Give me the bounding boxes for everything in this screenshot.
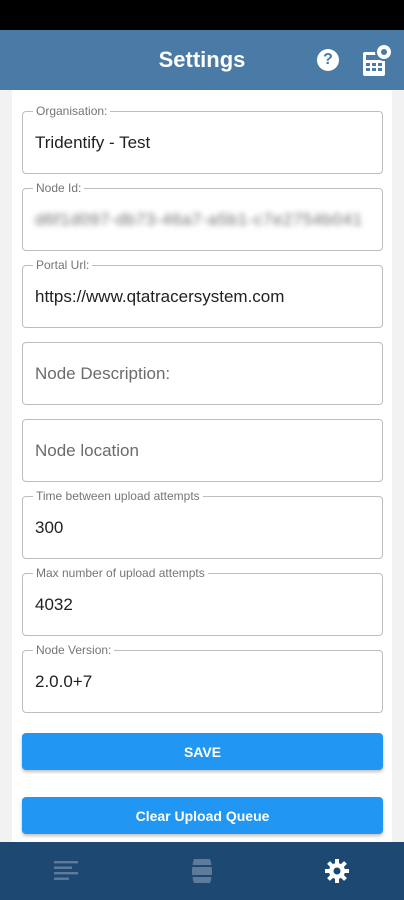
organisation-value: Tridentify - Test xyxy=(35,133,151,152)
node-id-label: Node Id: xyxy=(33,181,85,195)
portal-url-label: Portal Url: xyxy=(33,258,93,272)
page-title: Settings xyxy=(158,47,246,72)
max-upload-attempts-label: Max number of upload attempts xyxy=(33,566,208,580)
help-icon[interactable]: ? xyxy=(317,49,339,71)
node-id-value: d6f1d097-db73-46a7-a5b1-c7e2754b041 xyxy=(35,210,363,229)
list-lines-icon xyxy=(54,861,78,880)
node-version-value: 2.0.0+7 xyxy=(35,672,93,691)
save-button[interactable]: SAVE xyxy=(22,733,383,770)
max-upload-attempts-value: 4032 xyxy=(35,595,73,614)
barrel-icon xyxy=(192,859,212,883)
nav-item-barrel[interactable] xyxy=(135,842,269,900)
settings-content: Organisation: Tridentify - Test Node Id:… xyxy=(0,90,404,842)
status-bar xyxy=(0,0,404,30)
portal-url-field[interactable]: Portal Url: https://www.qtatracersystem.… xyxy=(22,258,383,328)
upload-interval-value: 300 xyxy=(35,518,64,537)
app-bar: Settings ? xyxy=(0,30,404,90)
upload-interval-label: Time between upload attempts xyxy=(33,489,203,503)
nav-item-settings[interactable] xyxy=(270,842,404,900)
gear-icon xyxy=(325,859,349,883)
settings-form: Organisation: Tridentify - Test Node Id:… xyxy=(12,90,392,842)
portal-url-value: https://www.qtatracersystem.com xyxy=(35,287,285,306)
clear-upload-queue-button[interactable]: Clear Upload Queue xyxy=(22,797,383,834)
organisation-field[interactable]: Organisation: Tridentify - Test xyxy=(22,104,383,174)
organisation-label: Organisation: xyxy=(33,104,111,118)
max-upload-attempts-field[interactable]: Max number of upload attempts 4032 xyxy=(22,566,383,636)
node-version-field[interactable]: Node Version: 2.0.0+7 xyxy=(22,643,383,713)
node-location-placeholder: Node location xyxy=(35,441,139,460)
node-location-field[interactable]: Node location xyxy=(22,419,383,482)
bottom-nav xyxy=(0,842,404,900)
calculator-settings-icon[interactable] xyxy=(361,42,393,78)
node-description-field[interactable]: Node Description: xyxy=(22,342,383,405)
node-id-field[interactable]: Node Id: d6f1d097-db73-46a7-a5b1-c7e2754… xyxy=(22,181,383,251)
node-description-placeholder: Node Description: xyxy=(35,364,171,383)
nav-item-log[interactable] xyxy=(0,842,134,900)
node-version-label: Node Version: xyxy=(33,643,115,657)
upload-interval-field[interactable]: Time between upload attempts 300 xyxy=(22,489,383,559)
